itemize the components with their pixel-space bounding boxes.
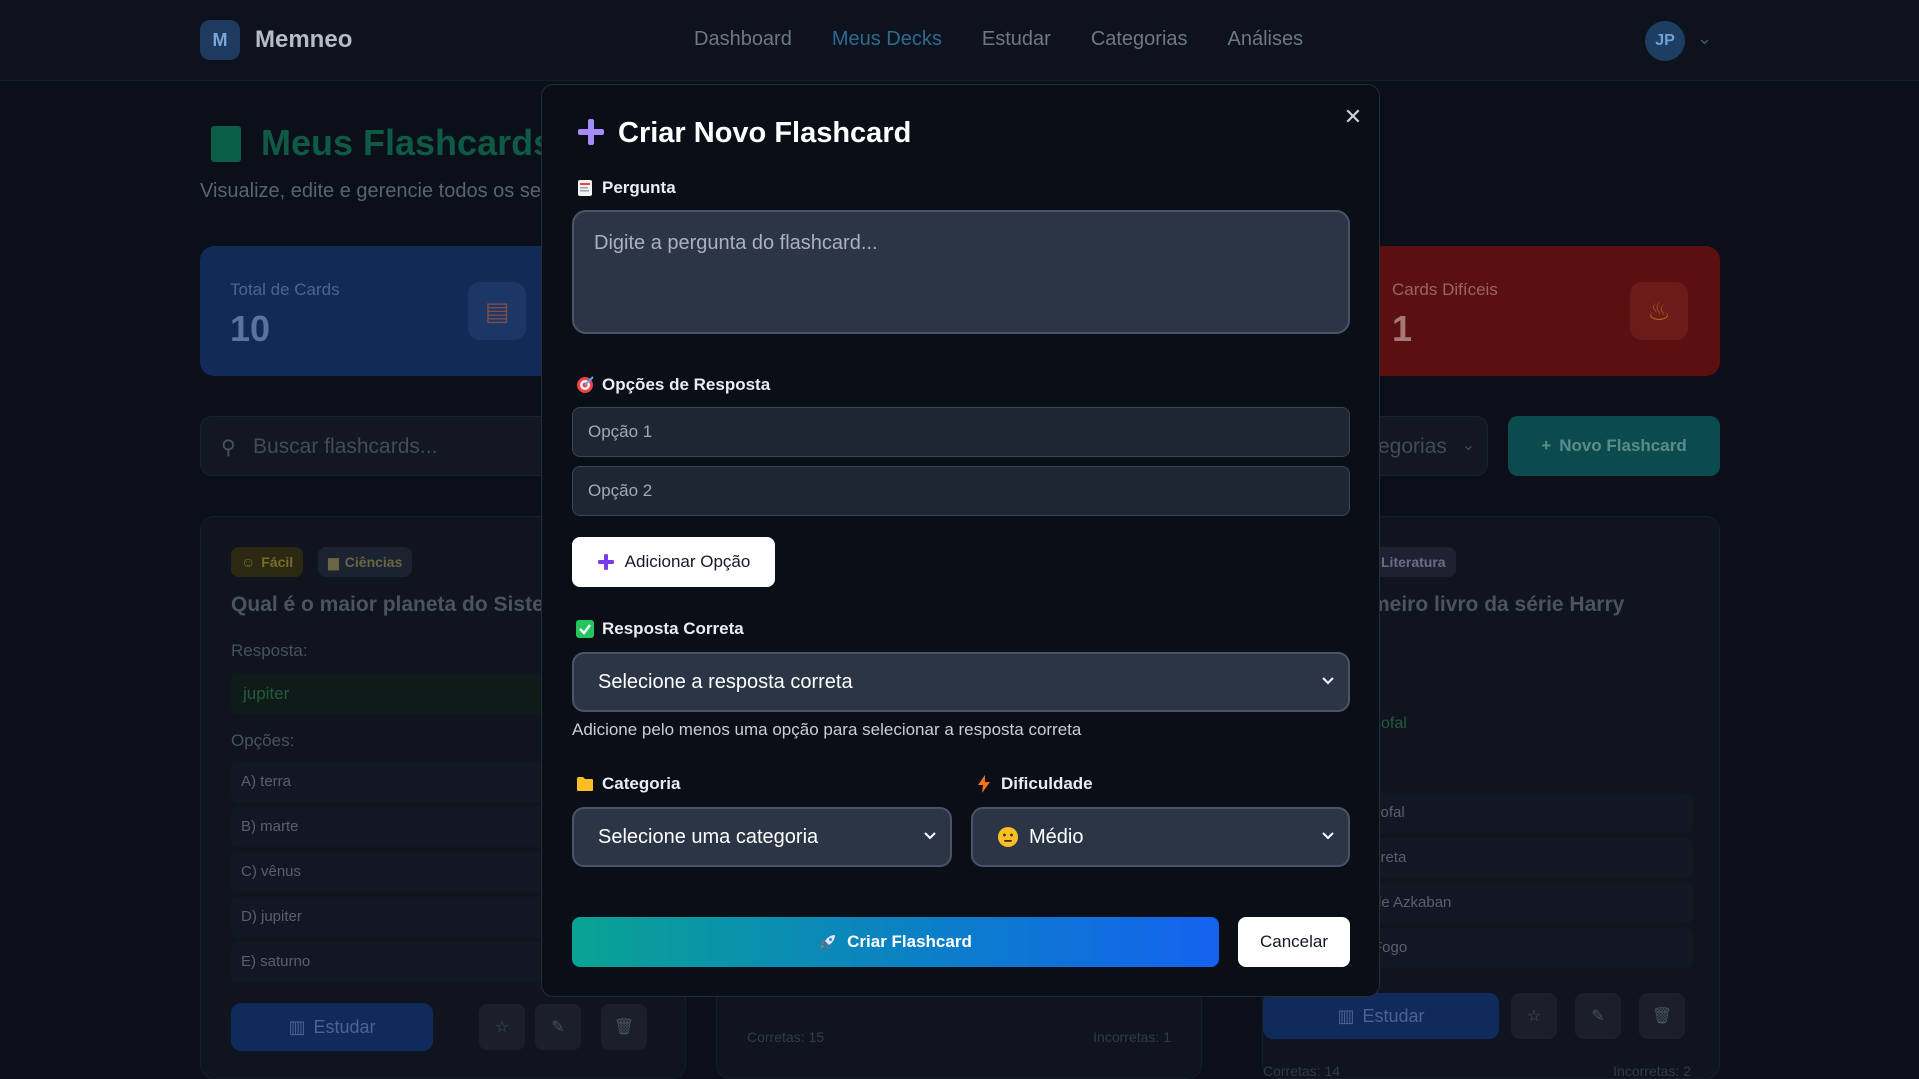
question-textarea[interactable]: [572, 210, 1350, 334]
target-icon: [576, 376, 594, 394]
create-flashcard-modal: ✕ Criar Novo Flashcard Pergunta Opções d…: [541, 84, 1380, 997]
question-label: Pergunta: [576, 178, 676, 198]
correct-answer-label: Resposta Correta: [576, 619, 744, 639]
check-box-icon: [576, 620, 594, 638]
create-flashcard-button[interactable]: Criar Flashcard: [572, 917, 1219, 967]
correct-answer-label-text: Resposta Correta: [602, 619, 744, 638]
option-1-input[interactable]: [572, 407, 1350, 457]
correct-answer-help: Adicione pelo menos uma opção para selec…: [572, 720, 1082, 739]
difficulty-select-value: Médio: [1029, 825, 1084, 848]
folder-icon: [576, 775, 594, 793]
chevron-down-icon: [1322, 832, 1334, 840]
difficulty-label-text: Dificuldade: [1001, 774, 1093, 793]
neutral-face-icon: [998, 827, 1018, 847]
option-2-input[interactable]: [572, 466, 1350, 516]
difficulty-select[interactable]: Médio: [971, 807, 1350, 867]
close-icon[interactable]: ✕: [1339, 103, 1367, 131]
question-label-text: Pergunta: [602, 178, 676, 197]
options-label: Opções de Resposta: [576, 375, 770, 395]
plus-icon: [578, 119, 604, 145]
chevron-down-icon: [924, 832, 936, 840]
category-select-value: Selecione uma categoria: [598, 825, 819, 848]
correct-answer-select-value: Selecione a resposta correta: [598, 670, 853, 693]
category-label: Categoria: [576, 774, 680, 794]
options-label-text: Opções de Resposta: [602, 375, 771, 394]
difficulty-label: Dificuldade: [975, 774, 1093, 794]
category-label-text: Categoria: [602, 774, 681, 793]
cancel-button[interactable]: Cancelar: [1238, 917, 1350, 967]
rocket-icon: [821, 935, 836, 949]
memo-icon: [576, 179, 594, 197]
add-option-label: Adicionar Opção: [624, 552, 751, 571]
category-select[interactable]: Selecione uma categoria: [572, 807, 952, 867]
correct-answer-select[interactable]: Selecione a resposta correta: [572, 652, 1350, 712]
chevron-down-icon: [1322, 677, 1334, 685]
create-flashcard-label: Criar Flashcard: [847, 932, 972, 951]
add-option-button[interactable]: Adicionar Opção: [572, 537, 775, 587]
plus-icon: [597, 554, 614, 570]
modal-title: Criar Novo Flashcard: [618, 117, 912, 149]
lightning-icon: [975, 775, 993, 793]
